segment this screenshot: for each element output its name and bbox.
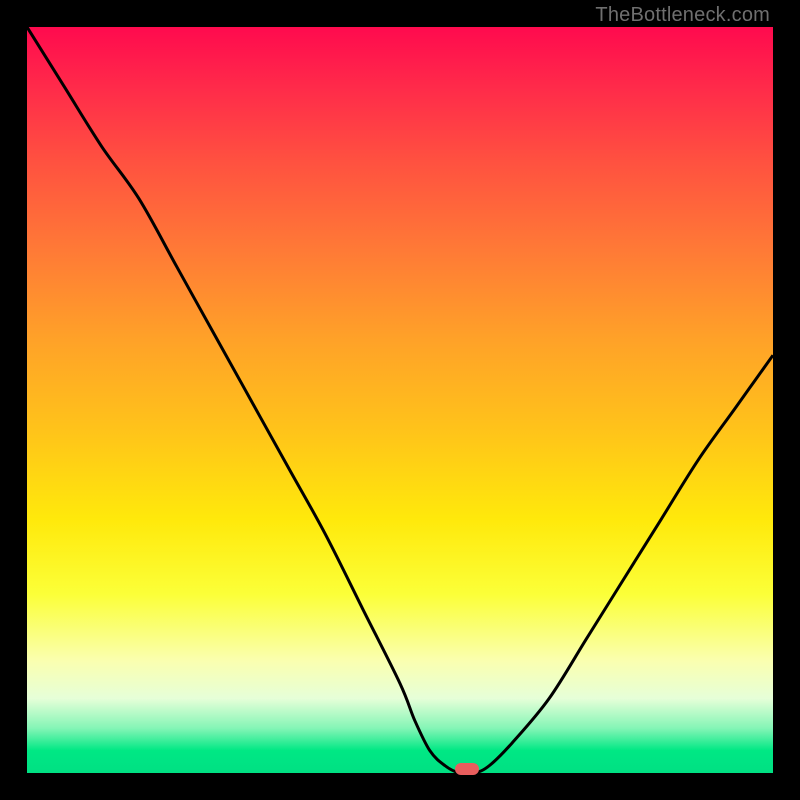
bottleneck-curve <box>27 27 773 773</box>
plot-area <box>27 27 773 773</box>
chart-frame: TheBottleneck.com <box>0 0 800 800</box>
minimum-marker <box>455 763 479 775</box>
watermark-text: TheBottleneck.com <box>595 4 770 27</box>
curve-path <box>27 27 773 773</box>
